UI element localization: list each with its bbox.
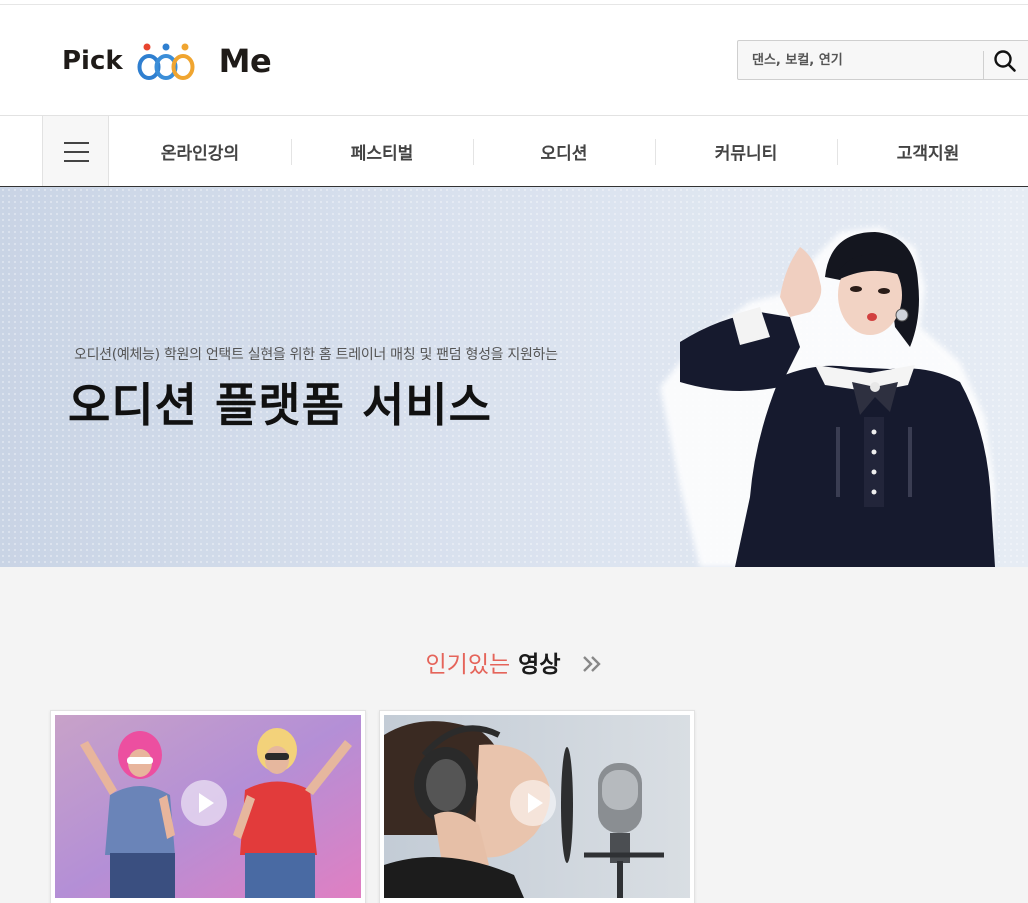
main-nav: 온라인강의 페스티벌 오디션 커뮤니티 고객지원 [0,116,1028,187]
nav-item-online-lecture[interactable]: 온라인강의 [109,116,291,186]
nav-item-customer-support[interactable]: 고객지원 [837,116,1019,186]
hero-title: 오디션 플랫폼 서비스 [68,378,492,432]
site-logo[interactable]: Pick Me [62,39,272,83]
logo-pick-text: Pick [62,46,123,76]
hero-banner[interactable]: 오디션(예체능) 학원의 언택트 실현을 위한 홈 트레이너 매칭 및 팬덤 형… [0,187,1028,567]
nav-item-community[interactable]: 커뮤니티 [655,116,837,186]
search-divider [983,51,984,79]
nav-menu: 온라인강의 페스티벌 오디션 커뮤니티 고객지원 [109,116,1019,186]
logo-people-icon [137,43,195,80]
logo-me-text: Me [218,42,272,80]
nav-item-festival[interactable]: 페스티벌 [291,116,473,186]
popular-title-strong: 영상 [518,652,561,678]
popular-title-accent: 인기있는 [425,652,511,678]
search-box [737,40,1028,80]
search-input[interactable] [738,41,983,79]
video-card[interactable] [50,710,366,903]
hero-subtitle: 오디션(예체능) 학원의 언택트 실현을 위한 홈 트레이너 매칭 및 팬덤 형… [74,347,558,363]
search-icon[interactable] [993,49,1017,73]
popular-videos-title[interactable]: 인기있는 영상 [0,645,1028,679]
play-icon[interactable] [510,780,556,826]
video-card[interactable] [379,710,695,903]
hamburger-menu-icon[interactable] [42,116,109,186]
hero-performer-image [660,227,995,567]
site-header: Pick Me [0,5,1028,116]
nav-item-audition[interactable]: 오디션 [473,116,655,186]
double-chevron-right-icon[interactable] [581,653,603,675]
play-icon[interactable] [181,780,227,826]
